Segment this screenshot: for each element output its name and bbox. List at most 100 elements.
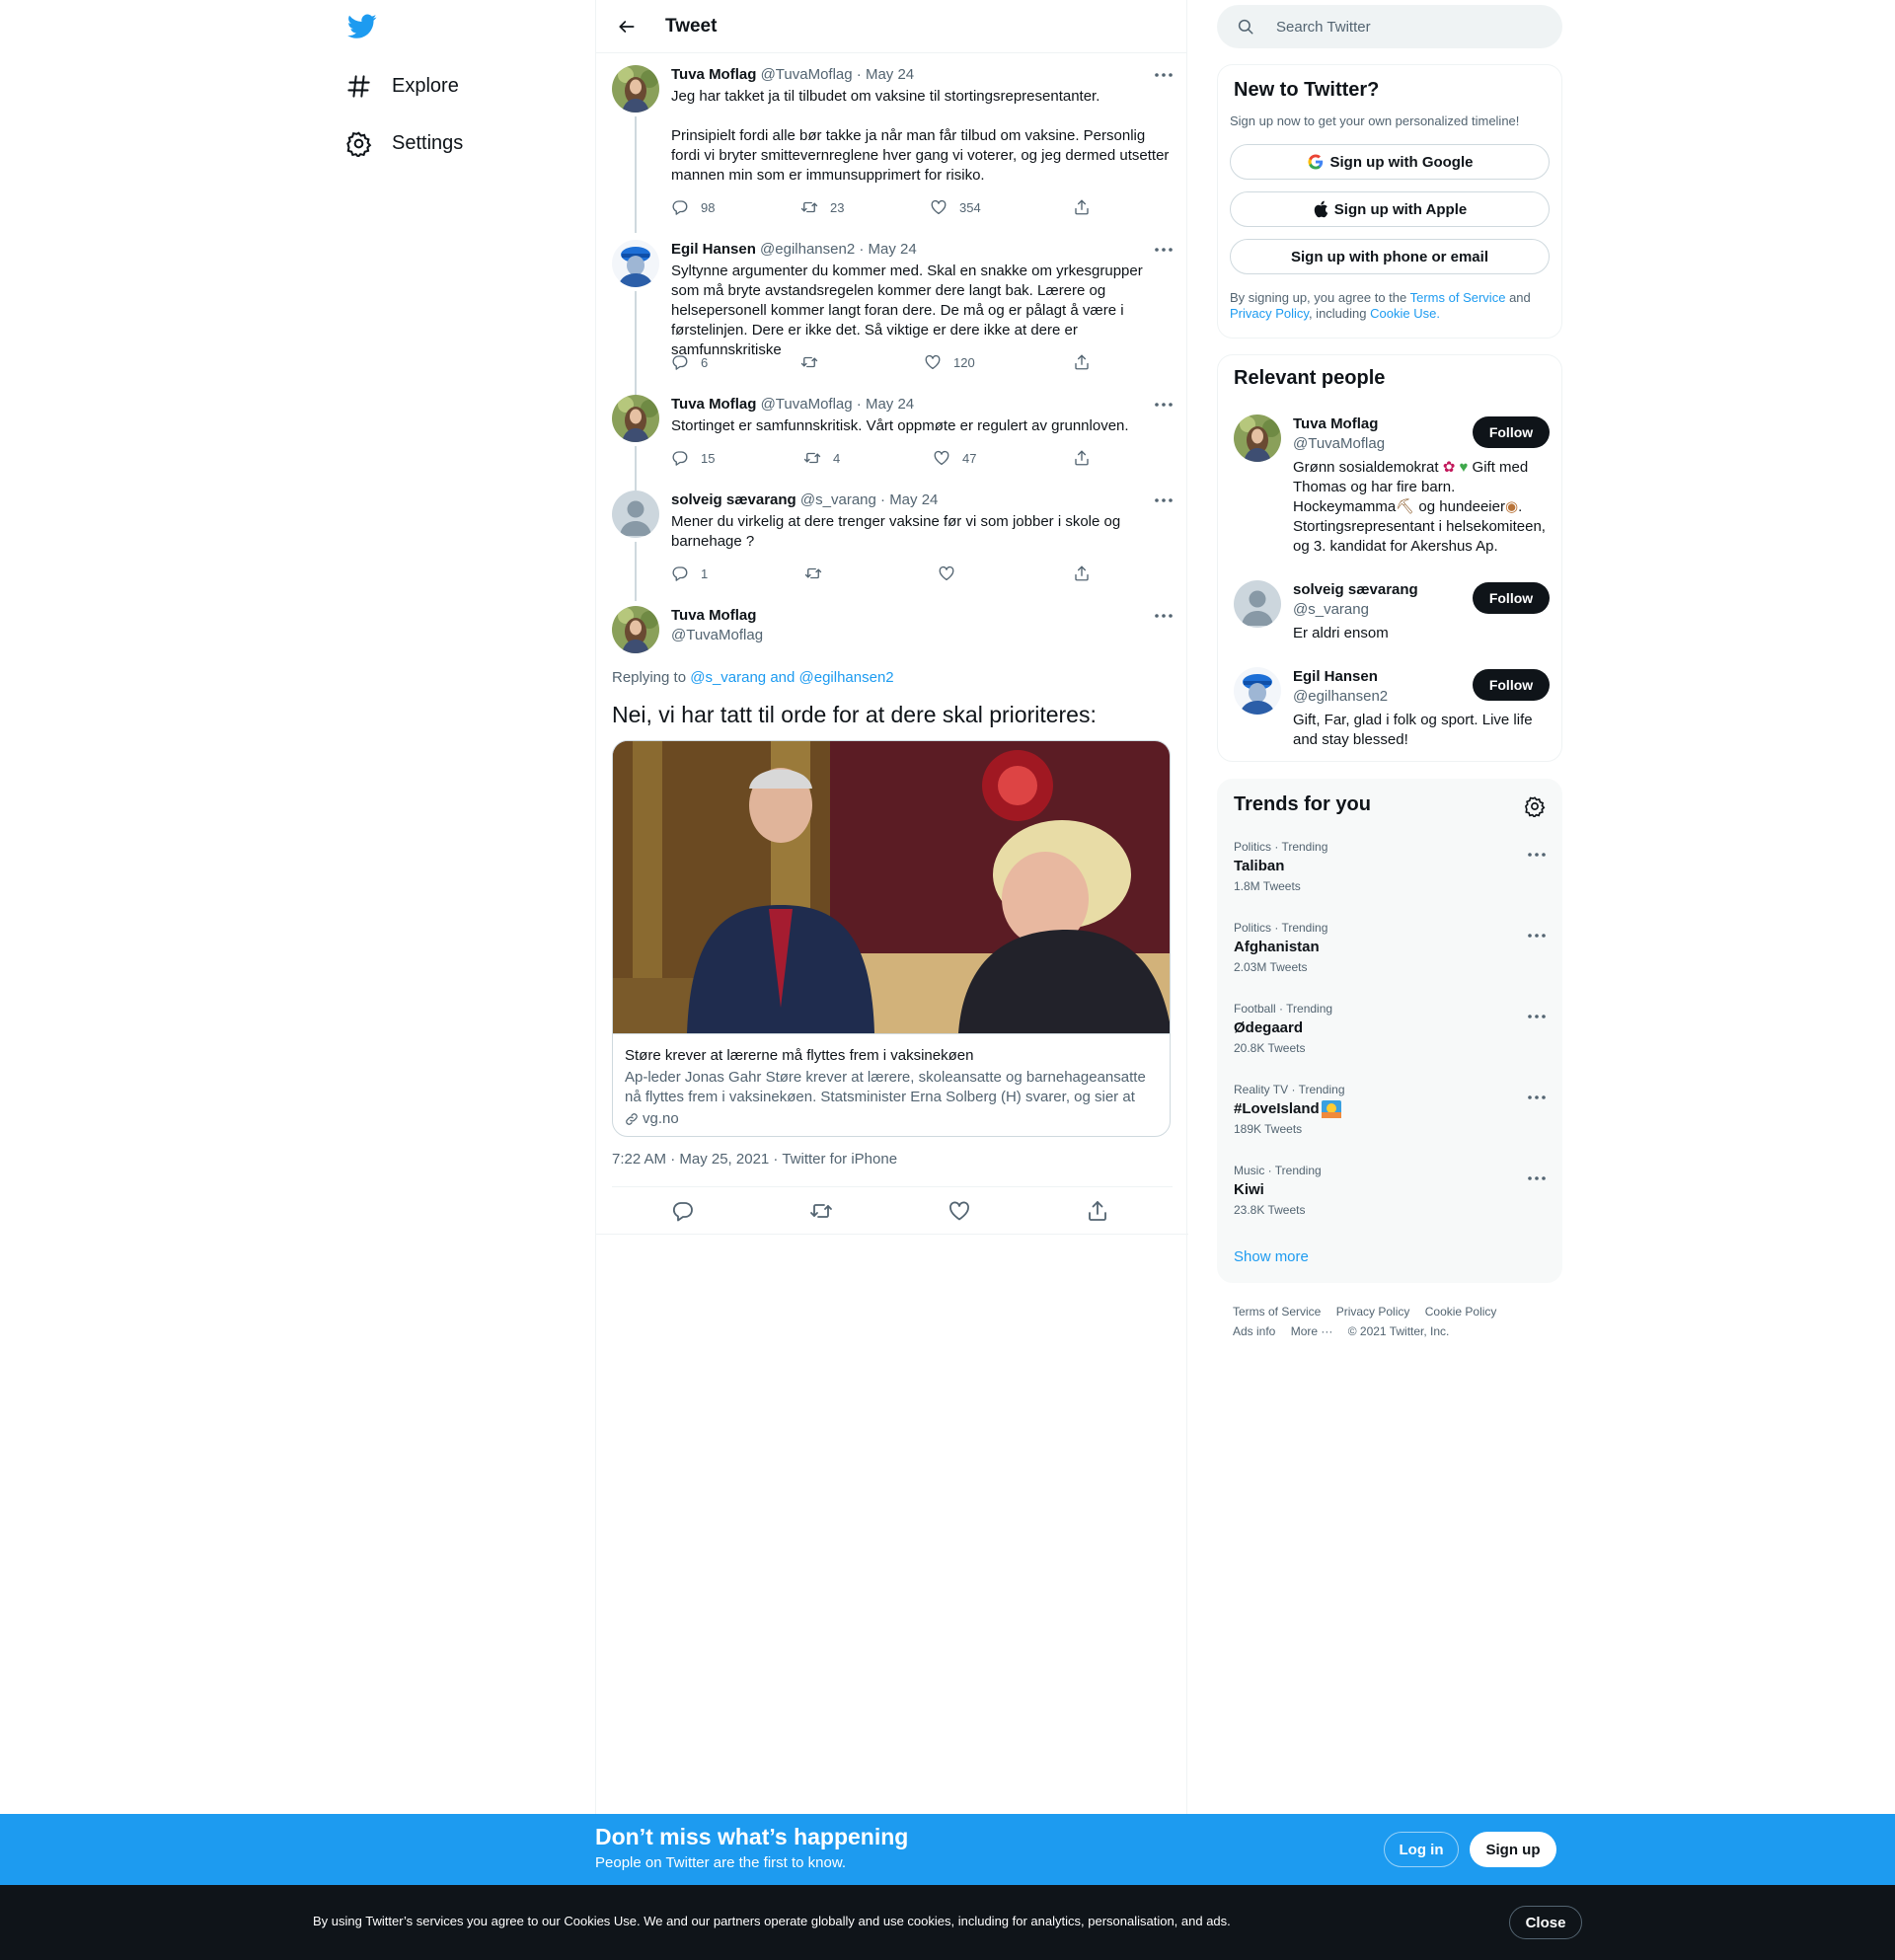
more-options-icon[interactable]: [1526, 845, 1548, 865]
more-options-icon[interactable]: [1153, 240, 1175, 260]
nav-explore[interactable]: Explore: [345, 63, 459, 109]
terms-link[interactable]: Terms of Service: [1410, 290, 1506, 305]
share-button[interactable]: [1073, 352, 1091, 372]
like-button[interactable]: [938, 564, 967, 583]
person-name[interactable]: Tuva Moflag: [1293, 415, 1378, 434]
author-handle[interactable]: @TuvaMoflag: [671, 626, 1175, 645]
login-button[interactable]: Log in: [1384, 1832, 1459, 1867]
signup-google-button[interactable]: Sign up with Google: [1230, 144, 1550, 180]
reply-button[interactable]: [671, 1199, 695, 1223]
avatar[interactable]: [612, 490, 659, 538]
share-button[interactable]: [1086, 1199, 1109, 1223]
avatar[interactable]: [612, 240, 659, 287]
retweet-button[interactable]: 23: [800, 197, 844, 217]
person-egil[interactable]: Egil Hansen @egilhansen2 Follow Gift, Fa…: [1234, 667, 1550, 756]
trend-item[interactable]: Football · Trending Ødegaard 20.8K Tweet…: [1234, 1001, 1548, 1070]
avatar[interactable]: [1234, 667, 1281, 715]
author-name[interactable]: Egil Hansen: [671, 241, 756, 258]
search-bar[interactable]: [1217, 5, 1562, 48]
more-options-icon[interactable]: [1153, 65, 1175, 85]
footer-privacy-link[interactable]: Privacy Policy: [1336, 1302, 1410, 1321]
like-button[interactable]: [948, 1199, 971, 1223]
more-options-icon[interactable]: [1526, 1168, 1548, 1188]
author-name[interactable]: solveig sævarang: [671, 491, 796, 508]
close-button[interactable]: Close: [1509, 1906, 1582, 1939]
person-handle[interactable]: @s_varang: [1293, 600, 1369, 620]
share-button[interactable]: [1073, 197, 1091, 217]
tweet-date[interactable]: May 24: [866, 396, 914, 413]
tweet-timestamp[interactable]: 7:22 AM · May 25, 2021 · Twitter for iPh…: [612, 1151, 897, 1168]
more-options-icon[interactable]: [1153, 395, 1175, 415]
follow-button[interactable]: Follow: [1473, 669, 1550, 701]
reply-button[interactable]: 98: [671, 197, 715, 217]
person-solveig[interactable]: solveig sævarang @s_varang Follow Er ald…: [1234, 580, 1550, 641]
author-handle[interactable]: @TuvaMoflag: [761, 396, 853, 413]
signup-apple-button[interactable]: Sign up with Apple: [1230, 191, 1550, 227]
tweet-date[interactable]: May 24: [889, 491, 938, 508]
retweet-button[interactable]: [804, 564, 834, 583]
author-name[interactable]: Tuva Moflag: [671, 66, 756, 83]
avatar[interactable]: [1234, 415, 1281, 462]
author-name[interactable]: Tuva Moflag: [671, 396, 756, 413]
nav-settings[interactable]: Settings: [345, 120, 463, 166]
trend-item[interactable]: Politics · Trending Taliban 1.8M Tweets: [1234, 839, 1548, 908]
thread-tweet[interactable]: Tuva Moflag @TuvaMoflag · May 24 Jeg har…: [612, 65, 1175, 233]
replying-to-link[interactable]: @s_varang and @egilhansen2: [690, 669, 893, 686]
cookie-use-link[interactable]: Cookie Use.: [1370, 306, 1440, 321]
author-handle[interactable]: @egilhansen2: [760, 241, 855, 258]
person-handle[interactable]: @TuvaMoflag: [1293, 434, 1385, 454]
search-input[interactable]: [1276, 18, 1533, 36]
more-options-icon[interactable]: [1526, 1007, 1548, 1026]
thread-tweet[interactable]: solveig sævarang @s_varang · May 24 Mene…: [612, 490, 1175, 601]
thread-tweet[interactable]: Tuva Moflag @TuvaMoflag · May 24 Stortin…: [612, 395, 1175, 490]
tweet-date[interactable]: May 24: [869, 241, 917, 258]
link-card[interactable]: Støre krever at lærerne må flyttes frem …: [612, 740, 1171, 1137]
panel-title: Relevant people: [1234, 367, 1386, 389]
tweet-date[interactable]: May 24: [866, 66, 914, 83]
author-handle[interactable]: @s_varang: [800, 491, 876, 508]
trend-name-row: #LoveIsland: [1234, 1099, 1548, 1119]
signup-button[interactable]: Sign up: [1470, 1832, 1556, 1867]
more-options-icon[interactable]: [1153, 490, 1175, 510]
footer-terms-link[interactable]: Terms of Service: [1233, 1302, 1321, 1321]
person-name[interactable]: Egil Hansen: [1293, 667, 1378, 687]
reply-button[interactable]: 15: [671, 448, 715, 468]
trend-item[interactable]: Reality TV · Trending #LoveIsland 189K T…: [1234, 1082, 1548, 1151]
show-more-link[interactable]: Show more: [1234, 1248, 1309, 1265]
back-arrow-icon[interactable]: [610, 10, 644, 43]
person-handle[interactable]: @egilhansen2: [1293, 687, 1388, 707]
footer-cookie-link[interactable]: Cookie Policy: [1425, 1302, 1497, 1321]
more-options-icon[interactable]: [1153, 606, 1175, 626]
person-tuva[interactable]: Tuva Moflag @TuvaMoflag Follow Grønn sos…: [1234, 415, 1550, 563]
signup-phone-button[interactable]: Sign up with phone or email: [1230, 239, 1550, 274]
avatar[interactable]: [1234, 580, 1281, 628]
gear-icon[interactable]: [1524, 795, 1546, 817]
footer-ads-link[interactable]: Ads info: [1233, 1321, 1275, 1341]
thread-tweet[interactable]: Egil Hansen @egilhansen2 · May 24 Syltyn…: [612, 240, 1175, 396]
author-handle[interactable]: @TuvaMoflag: [761, 66, 853, 83]
footer-more-link[interactable]: More ···: [1291, 1321, 1333, 1341]
more-options-icon[interactable]: [1526, 926, 1548, 945]
retweet-button[interactable]: 4: [803, 448, 840, 468]
twitter-logo-icon[interactable]: [345, 10, 379, 43]
reply-button[interactable]: 6: [671, 352, 708, 372]
retweet-button[interactable]: [809, 1199, 833, 1223]
trend-item[interactable]: Music · Trending Kiwi 23.8K Tweets: [1234, 1163, 1548, 1232]
like-button[interactable]: 354: [930, 197, 981, 217]
more-options-icon[interactable]: [1526, 1088, 1548, 1107]
avatar[interactable]: [612, 395, 659, 442]
follow-button[interactable]: Follow: [1473, 582, 1550, 614]
author-name[interactable]: Tuva Moflag: [671, 606, 1175, 626]
follow-button[interactable]: Follow: [1473, 416, 1550, 448]
avatar[interactable]: [612, 606, 659, 653]
like-button[interactable]: 120: [924, 352, 975, 372]
like-button[interactable]: 47: [933, 448, 976, 468]
privacy-link[interactable]: Privacy Policy: [1230, 306, 1309, 321]
retweet-button[interactable]: [800, 352, 830, 372]
reply-button[interactable]: 1: [671, 564, 708, 583]
trend-item[interactable]: Politics · Trending Afghanistan 2.03M Tw…: [1234, 920, 1548, 989]
share-button[interactable]: [1073, 564, 1091, 583]
person-name[interactable]: solveig sævarang: [1293, 580, 1418, 600]
avatar[interactable]: [612, 65, 659, 113]
share-button[interactable]: [1073, 448, 1091, 468]
